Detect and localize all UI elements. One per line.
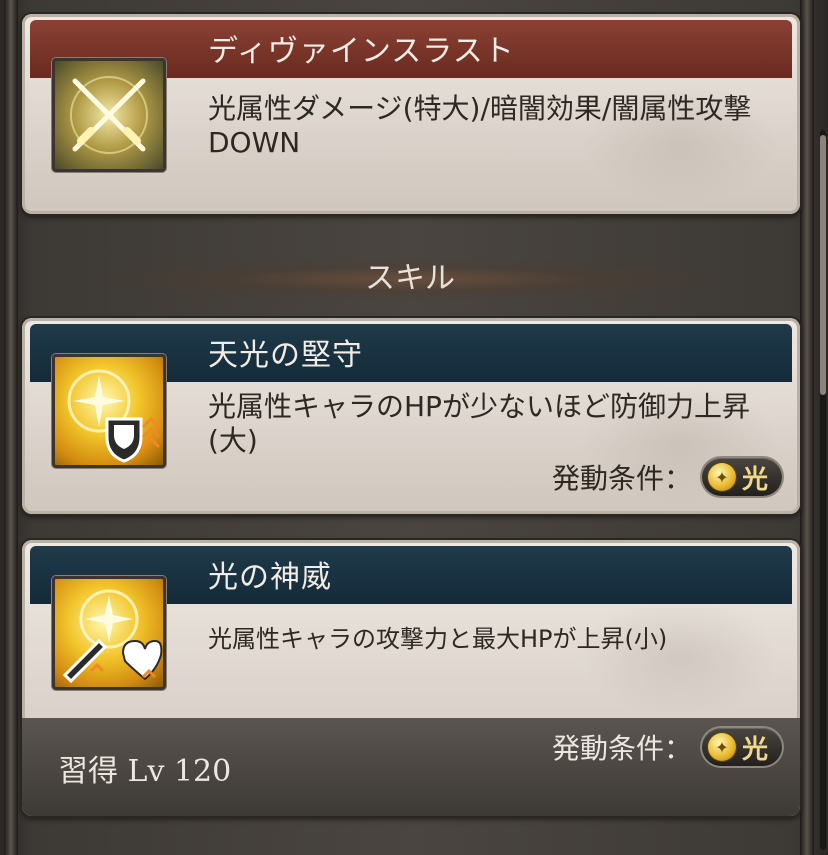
ability-description: 光属性ダメージ(特大)/暗闇効果/闇属性攻撃DOWN xyxy=(208,92,752,159)
skill-title: 光の神威 xyxy=(208,560,332,595)
card-ornament xyxy=(580,596,780,716)
acquire-level: 習得 Lv 120 xyxy=(58,754,232,789)
frame-left-rail xyxy=(4,0,18,855)
condition-label: 発動条件： xyxy=(551,462,692,495)
element-label: 光 xyxy=(741,464,768,495)
light-element-icon: ✦ xyxy=(707,733,736,761)
section-title-skill: スキル xyxy=(90,258,730,300)
element-label: 光 xyxy=(741,734,768,765)
light-element-icon: ✦ xyxy=(707,463,736,491)
attack-hp-up-icon xyxy=(52,576,166,690)
skill-description: 光属性キャラのHPが少ないほど防御力上昇(大) xyxy=(208,390,750,457)
activation-condition: 発動条件： ✦ 光 xyxy=(552,726,782,768)
frame-right-rail xyxy=(800,0,814,855)
scrollbar-thumb[interactable] xyxy=(820,135,826,395)
condition-label: 発動条件： xyxy=(551,732,692,765)
skill-card[interactable]: 光の神威 光属性キャラの攻撃力と最大HPが上昇(小) 習得 Lv 120 発動条… xyxy=(22,540,800,816)
ability-title: ディヴァインスラスト xyxy=(208,34,515,69)
crossed-swords-icon xyxy=(52,58,166,172)
ability-card[interactable]: ディヴァインスラスト 光属性ダメージ(特大)/暗闇効果/闇属性攻撃DOWN xyxy=(22,14,800,214)
skill-card[interactable]: 天光の堅守 光属性キャラのHPが少ないほど防御力上昇(大) 発動条件： ✦ 光 xyxy=(22,318,800,514)
activation-condition: 発動条件： ✦ 光 xyxy=(552,456,782,498)
skill-description: 光属性キャラの攻撃力と最大HPが上昇(小) xyxy=(208,625,668,653)
element-badge: ✦ 光 xyxy=(701,728,782,766)
element-badge: ✦ 光 xyxy=(701,458,782,496)
shield-defense-up-icon xyxy=(52,354,166,468)
skill-title: 天光の堅守 xyxy=(208,338,363,373)
